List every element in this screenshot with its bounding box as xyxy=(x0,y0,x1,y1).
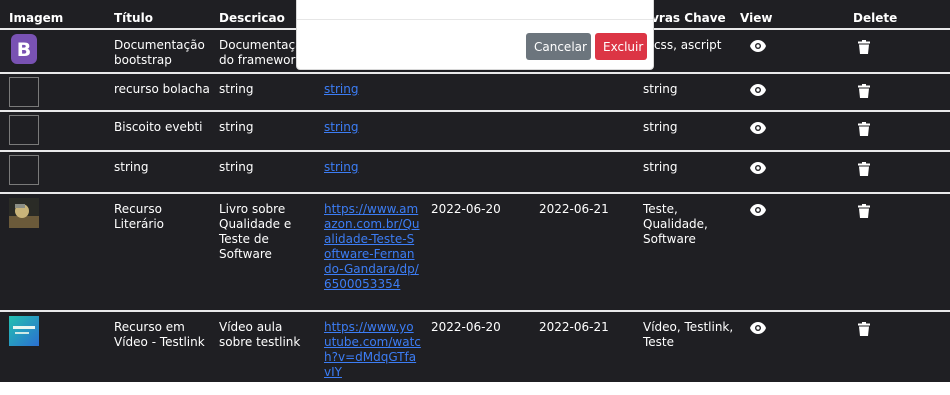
row-image xyxy=(0,192,105,310)
row-delete-cell xyxy=(848,28,950,72)
row-description: Vídeo aula sobre testlink xyxy=(210,310,315,382)
empty-image-placeholder xyxy=(9,77,39,107)
empty-image-placeholder xyxy=(9,155,39,185)
table-row: Recurso em Vídeo - Testlink Vídeo aula s… xyxy=(0,310,950,382)
eye-icon[interactable] xyxy=(750,322,766,334)
row-delete-cell xyxy=(848,310,950,382)
empty-image-placeholder xyxy=(9,115,39,145)
row-description: Livro sobre Qualidade e Teste de Softwar… xyxy=(210,192,315,310)
trash-icon[interactable] xyxy=(858,204,870,218)
resource-link[interactable]: string xyxy=(324,82,358,96)
table-row: recurso bolacha string string string xyxy=(0,72,950,110)
header-title: Título xyxy=(114,11,153,25)
eye-icon[interactable] xyxy=(750,204,766,216)
row-keywords: Teste, Qualidade, Software xyxy=(634,192,740,310)
bootstrap-logo-icon: B xyxy=(11,34,37,64)
row-date-2 xyxy=(530,150,634,192)
row-keywords: string xyxy=(634,72,740,110)
table-row: string string string string xyxy=(0,150,950,192)
row-link: string xyxy=(315,150,422,192)
row-link: string xyxy=(315,72,422,110)
header-delete: Delete xyxy=(853,11,898,25)
row-image xyxy=(0,72,105,110)
row-description: string xyxy=(210,72,315,110)
modal-divider xyxy=(297,19,653,20)
video-thumbnail-image xyxy=(9,316,39,346)
row-title: Biscoito evebti xyxy=(105,110,210,150)
row-link: string xyxy=(315,110,422,150)
table-row: Biscoito evebti string string string xyxy=(0,110,950,150)
row-delete-cell xyxy=(848,192,950,310)
row-date-2 xyxy=(530,72,634,110)
row-date-2: 2022-06-21 xyxy=(530,310,634,382)
row-link: https://www.amazon.com.br/Qualidade-Test… xyxy=(315,192,422,310)
header-view: View xyxy=(740,11,773,25)
row-title: Recurso em Vídeo - Testlink xyxy=(105,310,210,382)
row-title: Recurso Literário xyxy=(105,192,210,310)
row-keywords: string xyxy=(634,150,740,192)
row-keywords: Vídeo, Testlink, Teste xyxy=(634,310,740,382)
row-view-cell xyxy=(740,310,848,382)
row-image xyxy=(0,150,105,192)
trash-icon[interactable] xyxy=(858,162,870,176)
table-row: Recurso Literário Livro sobre Qualidade … xyxy=(0,192,950,310)
row-view-cell xyxy=(740,150,848,192)
resource-link[interactable]: string xyxy=(324,160,358,174)
row-image: B xyxy=(0,28,105,72)
row-link: https://www.youtube.com/watch?v=dMdqGTfa… xyxy=(315,310,422,382)
row-date-2 xyxy=(530,110,634,150)
row-title: string xyxy=(105,150,210,192)
row-view-cell xyxy=(740,110,848,150)
eye-icon[interactable] xyxy=(750,162,766,174)
trash-icon[interactable] xyxy=(858,84,870,98)
trash-icon[interactable] xyxy=(858,322,870,336)
header-image: Imagem xyxy=(9,11,64,25)
trash-icon[interactable] xyxy=(858,40,870,54)
row-date-1: 2022-06-20 xyxy=(422,310,530,382)
row-delete-cell xyxy=(848,110,950,150)
row-date-1 xyxy=(422,110,530,150)
row-date-1 xyxy=(422,150,530,192)
book-cover-image xyxy=(9,198,39,228)
eye-icon[interactable] xyxy=(750,84,766,96)
trash-icon[interactable] xyxy=(858,122,870,136)
row-image xyxy=(0,110,105,150)
svg-text:B: B xyxy=(17,39,31,61)
row-view-cell xyxy=(740,28,848,72)
row-delete-cell xyxy=(848,150,950,192)
row-delete-cell xyxy=(848,72,950,110)
row-title: Documentação bootstrap xyxy=(105,28,210,72)
confirm-delete-button[interactable]: Excluir xyxy=(595,33,647,60)
row-date-1 xyxy=(422,72,530,110)
row-description: string xyxy=(210,110,315,150)
resource-link[interactable]: https://www.youtube.com/watch?v=dMdqGTfa… xyxy=(324,320,421,380)
resource-link[interactable]: string xyxy=(324,120,358,134)
cancel-button[interactable]: Cancelar xyxy=(526,33,591,60)
row-date-2: 2022-06-21 xyxy=(530,192,634,310)
row-view-cell xyxy=(740,72,848,110)
row-title: recurso bolacha xyxy=(105,72,210,110)
confirm-delete-modal: Cancelar Excluir xyxy=(296,0,654,70)
row-view-cell xyxy=(740,192,848,310)
row-date-1: 2022-06-20 xyxy=(422,192,530,310)
row-description: string xyxy=(210,150,315,192)
resource-link[interactable]: https://www.amazon.com.br/Qualidade-Test… xyxy=(324,202,421,292)
eye-icon[interactable] xyxy=(750,40,766,52)
row-keywords: string xyxy=(634,110,740,150)
eye-icon[interactable] xyxy=(750,122,766,134)
row-image xyxy=(0,310,105,382)
